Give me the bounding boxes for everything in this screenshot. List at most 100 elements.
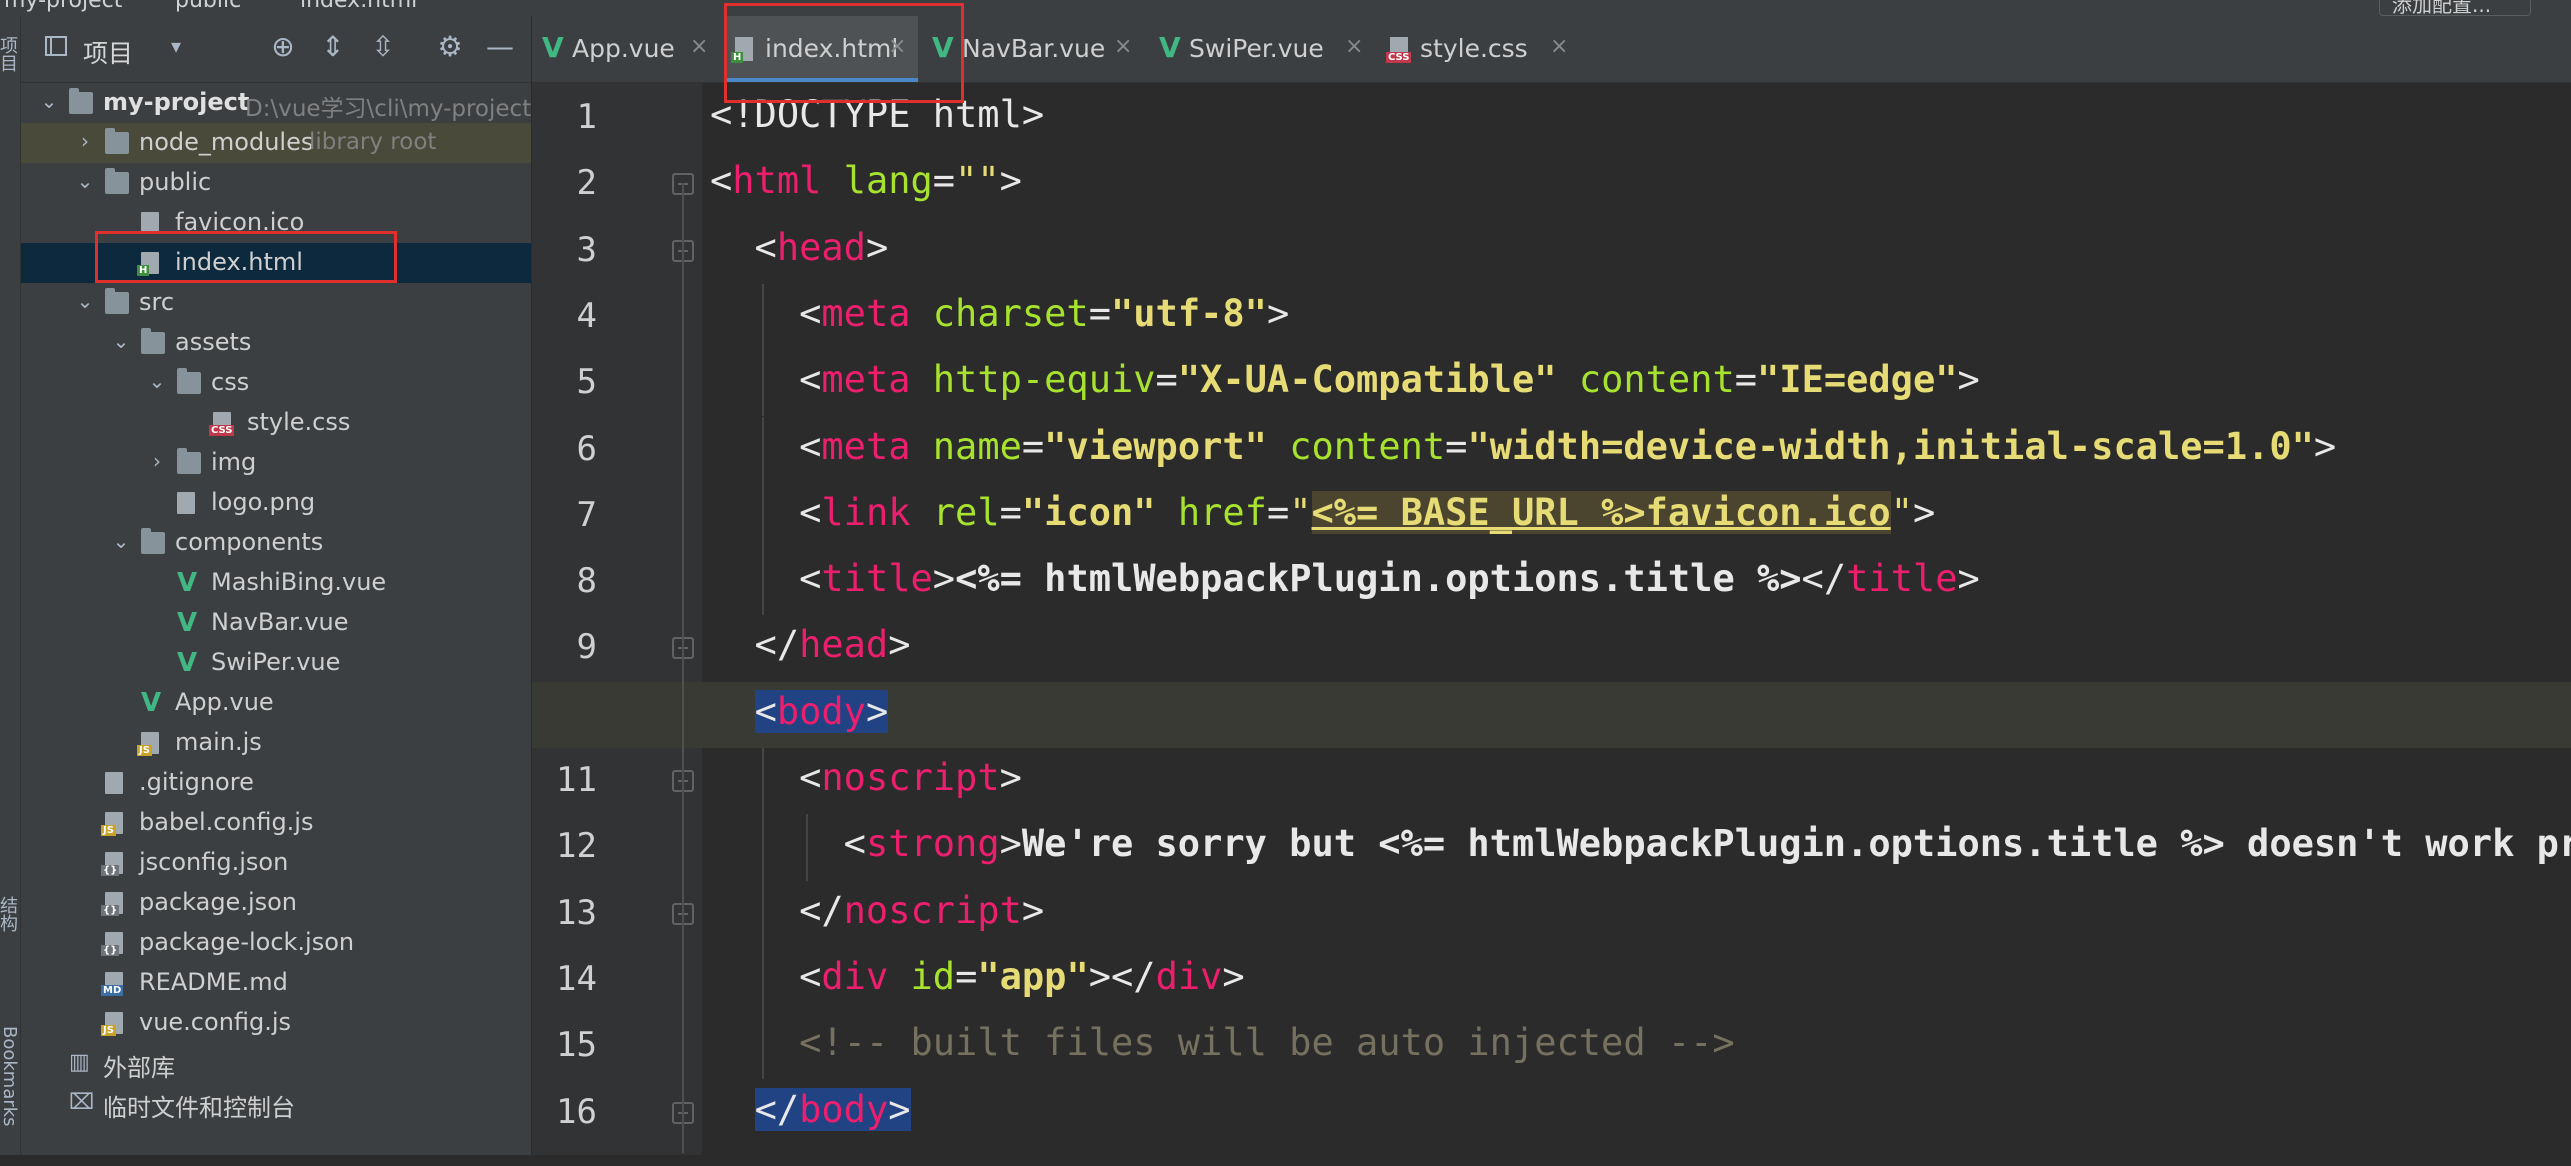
- close-icon[interactable]: ×: [1114, 34, 1132, 59]
- tree-item-label: README.md: [139, 968, 288, 996]
- code-editor[interactable]: 1234567891011121314151617 <!DOCTYPE html…: [532, 83, 2571, 1155]
- tree-row-mashibing-vue[interactable]: V MashiBing.vue: [21, 563, 531, 603]
- highlight-box-index-file: [95, 231, 397, 283]
- gear-icon[interactable]: ⚙: [433, 30, 467, 64]
- breadcrumb-folder[interactable]: public: [175, 0, 241, 13]
- chevron-down-icon[interactable]: ⌄: [75, 169, 95, 193]
- breadcrumb-file[interactable]: index.html: [300, 0, 417, 13]
- expand-all-icon[interactable]: ⇕: [316, 30, 350, 64]
- tree-row-package-json[interactable]: {} package.json: [21, 883, 531, 923]
- close-icon[interactable]: ×: [690, 34, 708, 59]
- chevron-down-icon[interactable]: ⌄: [39, 89, 59, 113]
- tree-row-logo-png[interactable]: logo.png: [21, 483, 531, 523]
- tree-row-my-project[interactable]: ⌄ my-project D:\vue学习\cli\my-project: [21, 83, 531, 123]
- tree-row-vue-config-js[interactable]: JS vue.config.js: [21, 1003, 531, 1043]
- close-icon[interactable]: ×: [1550, 34, 1568, 59]
- tree-item-label: main.js: [175, 728, 262, 756]
- chevron-down-icon[interactable]: ⌄: [111, 529, 131, 553]
- tree-item-label: NavBar.vue: [211, 608, 349, 636]
- tree-item-label: public: [139, 168, 212, 196]
- tree-item-label: components: [175, 528, 324, 556]
- tree-row-jsconfig-json[interactable]: {} jsconfig.json: [21, 843, 531, 883]
- tab-style-css[interactable]: CSS style.css ×: [1380, 16, 1580, 82]
- tree-row-components[interactable]: ⌄ components: [21, 523, 531, 563]
- chevron-down-icon[interactable]: ⌄: [147, 369, 167, 393]
- tree-item-label: 临时文件和控制台: [103, 1094, 295, 1122]
- tree-row-swiper-vue[interactable]: V SwiPer.vue: [21, 643, 531, 683]
- tree-row-package-lock-json[interactable]: {} package-lock.json: [21, 923, 531, 963]
- line-number: 6: [576, 428, 597, 469]
- project-panel-header: 项目 ▾ ⊕ ⇕ ⇳ ⚙ —: [21, 16, 531, 83]
- vue-file-icon: V: [542, 31, 564, 64]
- tab-swiper-vue[interactable]: V SwiPer.vue ×: [1149, 16, 1375, 82]
- line-number: 2: [576, 163, 597, 204]
- collapse-all-icon[interactable]: ⇳: [366, 30, 400, 64]
- file-icon: JS: [101, 1012, 123, 1036]
- indent-guide: [762, 1013, 764, 1080]
- breadcrumb-project[interactable]: my-project: [4, 0, 122, 13]
- tree-row-babel-config-js[interactable]: JS babel.config.js: [21, 803, 531, 843]
- project-view-dropdown-icon[interactable]: ▾: [171, 34, 181, 58]
- locate-icon[interactable]: ⊕: [266, 30, 300, 64]
- tree-item-label: 外部库: [103, 1054, 175, 1082]
- tree-item-hint: D:\vue学习\cli\my-project: [245, 96, 531, 122]
- indent-guide: [762, 416, 764, 483]
- tree-row-[interactable]: ▥ 外部库: [21, 1043, 531, 1083]
- project-window-icon: [45, 36, 67, 56]
- tree-row-gitignore[interactable]: .gitignore: [21, 763, 531, 803]
- chevron-right-icon[interactable]: ›: [75, 129, 95, 153]
- close-icon[interactable]: ×: [1345, 34, 1363, 59]
- code-line: <body>: [754, 689, 889, 733]
- bookmarks-tool-tab[interactable]: Bookmarks: [0, 1026, 20, 1166]
- line-number: 13: [556, 892, 597, 933]
- indent-guide: [762, 748, 764, 815]
- indent-guide: [762, 549, 764, 616]
- tree-row-node-modules[interactable]: › node_modules library root: [21, 123, 531, 163]
- code-line: <meta name="viewport" content="width=dev…: [710, 424, 2337, 468]
- folder-icon: [177, 448, 201, 474]
- chevron-down-icon[interactable]: ⌄: [75, 289, 95, 313]
- tree-row-app-vue[interactable]: V App.vue: [21, 683, 531, 723]
- fold-guide-line: [682, 183, 684, 1153]
- tree-row-src[interactable]: ⌄ src: [21, 283, 531, 323]
- tree-row-readme-md[interactable]: MD README.md: [21, 963, 531, 1003]
- file-icon: JS: [101, 812, 123, 836]
- tab-label: style.css: [1420, 34, 1528, 63]
- project-panel-title[interactable]: 项目: [83, 34, 133, 70]
- file-icon: JS: [137, 732, 159, 756]
- tree-row-css[interactable]: ⌄ css: [21, 363, 531, 403]
- tree-row-navbar-vue[interactable]: V NavBar.vue: [21, 603, 531, 643]
- scratches-icon: ⌧: [69, 1090, 95, 1115]
- code-line: <noscript>: [710, 756, 1022, 799]
- indent-guide: [762, 946, 764, 1014]
- chevron-right-icon[interactable]: ›: [147, 449, 167, 473]
- minimize-icon[interactable]: —: [483, 30, 517, 64]
- tree-row-[interactable]: ⌧ 临时文件和控制台: [21, 1083, 531, 1123]
- vue-file-icon: V: [177, 648, 198, 678]
- left-tool-strip: 项目 结构 Bookmarks: [0, 16, 21, 1155]
- line-number: 8: [576, 561, 597, 602]
- tree-row-public[interactable]: ⌄ public: [21, 163, 531, 203]
- project-tool-tab[interactable]: 项目: [0, 36, 20, 96]
- code-line: <meta http-equiv="X-UA-Compatible" conte…: [710, 358, 1980, 402]
- code-line: <meta charset="utf-8">: [710, 291, 1290, 335]
- structure-tool-tab[interactable]: 结构: [0, 896, 20, 956]
- tree-row-main-js[interactable]: JS main.js: [21, 723, 531, 763]
- line-number: 5: [576, 362, 597, 403]
- folder-icon: [69, 88, 93, 114]
- tree-item-label: package-lock.json: [139, 928, 355, 956]
- chevron-down-icon[interactable]: ⌄: [111, 329, 131, 353]
- tree-item-label: logo.png: [211, 488, 316, 516]
- line-number: 7: [576, 494, 597, 535]
- indent-guide: [762, 880, 764, 947]
- add-configuration-button[interactable]: 添加配置...: [2379, 0, 2531, 16]
- line-number: 12: [556, 826, 597, 867]
- tab-label: App.vue: [572, 34, 675, 63]
- code-line: <!-- built files will be auto injected -…: [799, 1021, 1735, 1065]
- tree-row-style-css[interactable]: CSS style.css: [21, 403, 531, 443]
- css-file-icon: CSS: [1386, 37, 1412, 63]
- tab-app-vue[interactable]: V App.vue ×: [532, 16, 720, 82]
- tree-row-assets[interactable]: ⌄ assets: [21, 323, 531, 363]
- line-number-gutter: 1234567891011121314151617: [532, 83, 702, 1155]
- tree-row-img[interactable]: › img: [21, 443, 531, 483]
